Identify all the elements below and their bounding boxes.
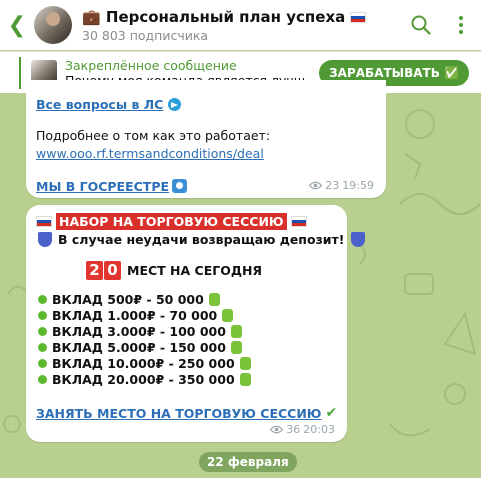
green-dot-icon (38, 358, 47, 368)
green-dot-icon (38, 342, 47, 352)
slots-row: 2 0 МЕСТ НА СЕГОДНЯ (86, 261, 262, 280)
money-icon (230, 324, 242, 338)
russia-flag-icon (36, 216, 52, 227)
view-count: 23 (325, 179, 340, 192)
more-options-icon[interactable] (441, 0, 481, 50)
pinned-indicator (19, 56, 21, 89)
green-dot-icon (38, 310, 47, 320)
list-item: ВКЛАД 500₽ - 50 000 (38, 291, 251, 307)
message-meta: 36 20:03 (270, 423, 335, 436)
shield-icon (38, 232, 52, 247)
russia-flag-icon (350, 11, 367, 23)
ask-questions-link[interactable]: Все вопросы в ЛС (36, 96, 181, 112)
registry-link[interactable]: МЫ В ГОСРЕЕСТРЕ (36, 177, 188, 194)
green-dot-icon (38, 326, 47, 336)
book-session-link[interactable]: ЗАНЯТЬ МЕСТО НА ТОРГОВУЮ СЕССИЮ ✔ (36, 405, 337, 421)
slots-digit: 2 (86, 261, 103, 280)
green-dot-icon (38, 294, 47, 304)
session-headline: НАБОР НА ТОРГОВУЮ СЕССИЮ (56, 213, 287, 230)
search-icon[interactable] (401, 0, 441, 50)
message-meta: 23 19:59 (309, 179, 374, 192)
money-icon (230, 340, 242, 354)
guarantee-text: В случае неудачи возвращаю депозит! (58, 232, 345, 247)
list-item: ВКЛАД 20.000₽ - 350 000 (38, 371, 251, 387)
money-icon (239, 356, 251, 370)
headline-row: НАБОР НА ТОРГОВУЮ СЕССИЮ (36, 213, 307, 230)
terms-link[interactable]: www.ooo.rf.termsandconditions/deal (36, 146, 264, 161)
pinned-label: Закреплённое сообщение (65, 57, 237, 73)
more-info-text: Подробнее о том как это работает: (36, 128, 271, 143)
views-eye-icon (309, 181, 323, 190)
slots-digit: 0 (104, 261, 121, 280)
money-icon (208, 292, 220, 306)
camera-icon (172, 179, 188, 193)
header-text[interactable]: 💼 Персональный план успеха 30 803 подпис… (82, 8, 401, 43)
green-dot-icon (38, 374, 47, 384)
list-item: ВКЛАД 5.000₽ - 150 000 (38, 339, 251, 355)
message-time: 19:59 (342, 179, 374, 192)
list-item: ВКЛАД 1.000₽ - 70 000 (38, 307, 251, 323)
money-icon (222, 308, 234, 322)
view-count: 36 (286, 423, 301, 436)
channel-title: 💼 Персональный план успеха (82, 8, 401, 26)
subscriber-count: 30 803 подписчика (82, 27, 209, 43)
deposit-list: ВКЛАД 500₽ - 50 000 ВКЛАД 1.000₽ - 70 00… (38, 291, 251, 387)
slots-text: МЕСТ НА СЕГОДНЯ (127, 263, 263, 278)
date-separator: 22 февраля (199, 452, 297, 472)
back-icon[interactable]: ❮ (0, 0, 34, 50)
check-mark-icon: ✔ (325, 405, 338, 421)
message-time: 20:03 (303, 423, 335, 436)
telegram-icon (167, 98, 181, 111)
shield-icon (350, 232, 365, 247)
channel-avatar[interactable] (34, 6, 72, 44)
list-item: ВКЛАД 3.000₽ - 100 000 (38, 323, 251, 339)
guarantee-row: В случае неудачи возвращаю депозит! (38, 232, 365, 247)
list-item: ВКЛАД 10.000₽ - 250 000 (38, 355, 251, 371)
message-bubble: Все вопросы в ЛС Подробнее о том как это… (26, 80, 386, 198)
message-bubble: НАБОР НА ТОРГОВУЮ СЕССИЮ В случае неудач… (26, 205, 365, 442)
money-icon (239, 372, 251, 386)
russia-flag-icon (290, 216, 307, 227)
chat-header: ❮ 💼 Персональный план успеха 30 803 подп… (0, 0, 481, 50)
views-eye-icon (270, 425, 284, 434)
slots-count: 2 0 (86, 261, 121, 280)
